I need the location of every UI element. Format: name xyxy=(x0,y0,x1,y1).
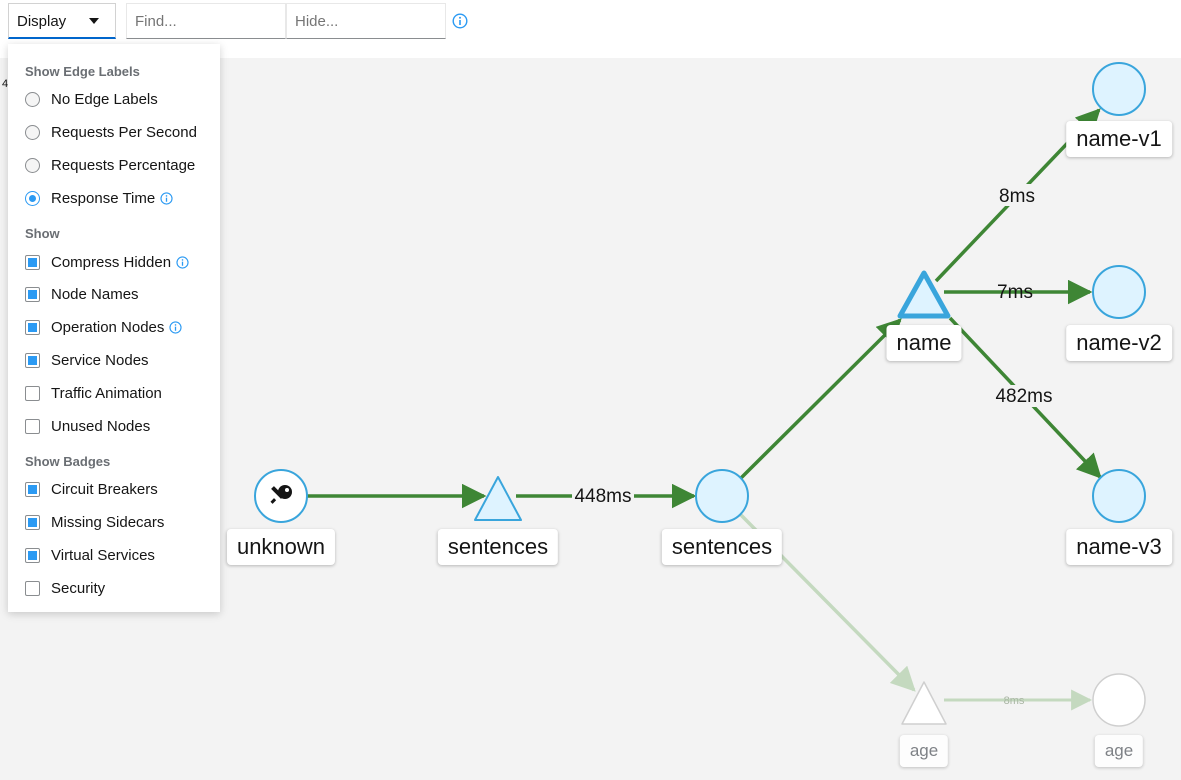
option-label: Unused Nodes xyxy=(51,417,151,435)
checkbox-unchecked[interactable] xyxy=(25,385,40,401)
node-label-age-app: age xyxy=(1094,735,1144,767)
edge-label-482ms: 482ms xyxy=(995,386,1052,407)
checkbox-node-names[interactable]: Node Names xyxy=(25,284,139,304)
checkbox-checked[interactable] xyxy=(25,547,40,563)
option-label: No Edge Labels xyxy=(51,90,158,108)
node-name-v1[interactable] xyxy=(1092,62,1146,116)
radio-button[interactable] xyxy=(25,91,40,107)
node-label-name-v2: name-v2 xyxy=(1066,325,1172,361)
checkbox-checked[interactable] xyxy=(25,514,40,530)
node-age-app[interactable] xyxy=(1092,673,1146,727)
node-age-service[interactable] xyxy=(901,681,947,725)
checkbox-virtual-services[interactable]: Virtual Services xyxy=(25,545,155,565)
node-name-v3[interactable] xyxy=(1092,469,1146,523)
checkbox-checked[interactable] xyxy=(25,286,40,302)
checkbox-checked[interactable] xyxy=(25,481,40,497)
node-name-service[interactable] xyxy=(897,270,951,319)
radio-button-selected[interactable] xyxy=(25,190,40,206)
badges-heading: Show Badges xyxy=(25,454,111,469)
node-name-v2[interactable] xyxy=(1092,265,1146,319)
checkbox-unused-nodes[interactable]: Unused Nodes xyxy=(25,416,150,436)
option-label: Node Names xyxy=(51,285,139,303)
node-label-name-v3: name-v3 xyxy=(1066,529,1172,565)
checkbox-unchecked[interactable] xyxy=(25,580,40,596)
edge-label-7ms: 7ms xyxy=(997,282,1033,303)
option-label: Missing Sidecars xyxy=(51,513,165,531)
option-label: Requests Per Second xyxy=(51,123,197,141)
radio-button[interactable] xyxy=(25,124,40,140)
radio-requests-percentage[interactable]: Requests Percentage xyxy=(25,155,195,175)
radio-requests-per-second[interactable]: Requests Per Second xyxy=(25,122,197,142)
checkbox-traffic-animation[interactable]: Traffic Animation xyxy=(25,383,162,403)
option-label: Operation Nodes xyxy=(51,318,165,336)
edge-label-8ms: 8ms xyxy=(999,186,1035,207)
checkbox-unchecked[interactable] xyxy=(25,418,40,434)
option-label: Security xyxy=(51,579,106,597)
checkbox-checked[interactable] xyxy=(25,254,40,270)
edge-label-age-8ms: 8ms xyxy=(1004,695,1025,707)
option-label: Service Nodes xyxy=(51,351,149,369)
edge-labels-heading: Show Edge Labels xyxy=(25,64,140,79)
edge-sentences-to-name[interactable] xyxy=(739,318,902,480)
node-label-name-v1: name-v1 xyxy=(1066,121,1172,157)
radio-no-edge-labels[interactable]: No Edge Labels xyxy=(25,89,158,109)
checkbox-checked[interactable] xyxy=(25,319,40,335)
checkbox-service-nodes[interactable]: Service Nodes xyxy=(25,350,149,370)
option-label: Traffic Animation xyxy=(51,384,162,402)
info-icon[interactable] xyxy=(160,191,173,205)
radio-response-time[interactable]: Response Time xyxy=(25,188,173,208)
option-label: Circuit Breakers xyxy=(51,480,158,498)
node-label-sentences-app: sentences xyxy=(661,529,783,565)
checkbox-checked[interactable] xyxy=(25,352,40,368)
node-label-age-service: age xyxy=(899,735,949,767)
node-label-unknown: unknown xyxy=(226,529,336,565)
checkbox-circuit-breakers[interactable]: Circuit Breakers xyxy=(25,479,158,499)
info-icon[interactable] xyxy=(169,320,183,334)
option-label: Compress Hidden xyxy=(51,253,172,271)
info-icon[interactable] xyxy=(176,255,189,269)
option-label: Virtual Services xyxy=(51,546,155,564)
show-heading: Show xyxy=(25,226,60,241)
radio-button[interactable] xyxy=(25,157,40,173)
checkbox-operation-nodes[interactable]: Operation Nodes xyxy=(25,317,183,337)
node-label-sentences-service: sentences xyxy=(437,529,559,565)
node-sentences-service[interactable] xyxy=(474,476,522,521)
node-sentences-app[interactable] xyxy=(695,469,749,523)
display-menu: Show Edge Labels No Edge Labels Requests… xyxy=(8,44,220,612)
option-label: Requests Percentage xyxy=(51,156,196,174)
checkbox-compress-hidden[interactable]: Compress Hidden xyxy=(25,252,189,272)
checkbox-security[interactable]: Security xyxy=(25,578,105,598)
option-label: Response Time xyxy=(51,189,156,207)
node-label-name: name xyxy=(886,325,962,361)
edge-label-448ms: 448ms xyxy=(574,486,631,507)
checkbox-missing-sidecars[interactable]: Missing Sidecars xyxy=(25,512,164,532)
